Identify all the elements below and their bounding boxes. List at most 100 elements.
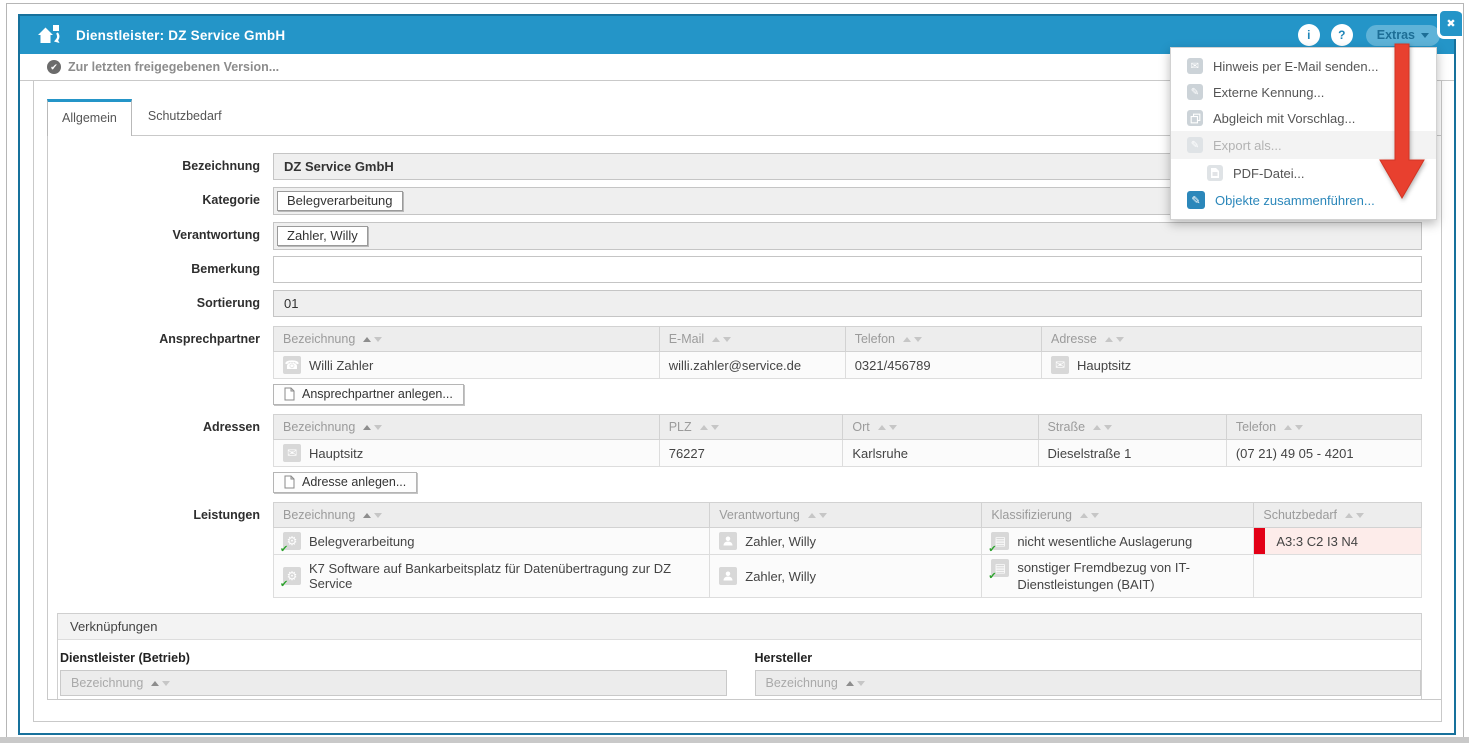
adressen-label: Adressen: [57, 414, 273, 502]
service-provider-icon: [36, 23, 64, 47]
extras-dropdown-menu: ✉ Hinweis per E-Mail senden... ✎ Externe…: [1170, 47, 1437, 220]
sort-icon[interactable]: [363, 513, 382, 518]
close-button[interactable]: ✖: [1437, 8, 1462, 39]
sort-icon[interactable]: [846, 681, 865, 686]
extras-button[interactable]: Extras: [1366, 25, 1440, 46]
sort-icon[interactable]: [363, 337, 382, 342]
pdf-icon: [1207, 165, 1223, 181]
sortierung-label: Sortierung: [57, 290, 273, 317]
extras-button-label: Extras: [1377, 28, 1415, 42]
col-header-bezeichnung[interactable]: Bezeichnung: [274, 327, 660, 352]
page-title: Dienstleister: DZ Service GmbH: [76, 28, 285, 43]
person-icon: [719, 532, 737, 550]
table-row[interactable]: ⚙✔K7 Software auf Bankarbeitsplatz für D…: [274, 555, 1422, 598]
mail-icon: ✉: [1187, 58, 1203, 74]
sort-icon[interactable]: [712, 337, 731, 342]
service-gear-icon: ⚙✔: [283, 532, 301, 550]
col-header-adresse[interactable]: Adresse: [1041, 327, 1421, 352]
dienstleister-betrieb-label: Dienstleister (Betrieb): [60, 651, 727, 665]
page-bottom-edge: [0, 737, 1469, 743]
sort-icon[interactable]: [1284, 425, 1303, 430]
copy-icon: [1187, 110, 1203, 126]
verknuepfungen-title: Verknüpfungen: [58, 614, 1421, 640]
check-icon: ✔: [280, 544, 288, 555]
tab-allgemein[interactable]: Allgemein: [47, 99, 132, 136]
ansprechpartner-anlegen-button[interactable]: Ansprechpartner anlegen...: [273, 384, 464, 405]
menu-item-hinweis-email[interactable]: ✉ Hinweis per E-Mail senden...: [1171, 53, 1436, 79]
menu-item-externe-kennung[interactable]: ✎ Externe Kennung...: [1171, 79, 1436, 105]
sort-icon[interactable]: [363, 425, 382, 430]
dienstleister-betrieb-column: Dienstleister (Betrieb) Bezeichnung: [60, 651, 727, 696]
sort-icon[interactable]: [151, 681, 170, 686]
col-header-telefon[interactable]: Telefon: [1226, 415, 1421, 440]
menu-item-abgleich-vorschlag[interactable]: Abgleich mit Vorschlag...: [1171, 105, 1436, 131]
sort-icon[interactable]: [700, 425, 719, 430]
check-icon: ✔: [988, 571, 996, 582]
new-document-icon: [284, 387, 295, 401]
col-header-bezeichnung[interactable]: Bezeichnung: [274, 503, 710, 528]
export-icon: ✎: [1187, 137, 1203, 153]
form-row-adressen: Adressen Bezeichnung PLZ Ort Straße Tele…: [57, 414, 1422, 502]
col-header-email[interactable]: E-Mail: [659, 327, 845, 352]
ansprechpartner-label: Ansprechpartner: [57, 326, 273, 414]
menu-item-pdf-datei[interactable]: PDF-Datei...: [1171, 159, 1436, 187]
classification-doc-icon: ▤✔: [991, 559, 1009, 577]
form-row-sortierung: Sortierung 01: [57, 290, 1422, 317]
last-released-version-link[interactable]: Zur letzten freigegebenen Version...: [68, 60, 279, 74]
table-row[interactable]: ⚙✔Belegverarbeitung Zahler, Willy ▤✔nich…: [274, 528, 1422, 555]
merge-icon: ✎: [1187, 191, 1205, 209]
bemerkung-input[interactable]: [273, 256, 1422, 283]
verantwortung-chip[interactable]: Zahler, Willy: [277, 226, 368, 246]
sort-icon[interactable]: [903, 337, 922, 342]
check-icon: ✔: [988, 544, 996, 555]
address-icon: ✉: [1051, 356, 1069, 374]
schutzbedarf-level-indicator: [1254, 528, 1265, 554]
table-row[interactable]: ✉Hauptsitz 76227 Karlsruhe Dieselstraße …: [274, 440, 1422, 467]
table-row[interactable]: ☎Willi Zahler willi.zahler@service.de 03…: [274, 352, 1422, 379]
adressen-table: Bezeichnung PLZ Ort Straße Telefon ✉Haup…: [273, 414, 1422, 467]
address-icon: ✉: [283, 444, 301, 462]
form-row-verantwortung: Verantwortung Zahler, Willy: [57, 222, 1422, 250]
verantwortung-label: Verantwortung: [57, 222, 273, 250]
col-header-ort[interactable]: Ort: [843, 415, 1038, 440]
bezeichnung-label: Bezeichnung: [57, 153, 273, 180]
person-icon: [719, 567, 737, 585]
tab-schutzbedarf[interactable]: Schutzbedarf: [134, 100, 236, 135]
sort-icon[interactable]: [1345, 513, 1364, 518]
col-header-plz[interactable]: PLZ: [659, 415, 843, 440]
check-icon: ✔: [280, 579, 288, 590]
col-header-strasse[interactable]: Straße: [1038, 415, 1226, 440]
schutzbedarf-cell: A3:3 C2 I3 N4: [1254, 528, 1422, 555]
ansprechpartner-table: Bezeichnung E-Mail Telefon Adresse ☎Will…: [273, 326, 1422, 379]
col-header-schutzbedarf[interactable]: Schutzbedarf: [1254, 503, 1422, 528]
hersteller-label: Hersteller: [755, 651, 1422, 665]
sort-icon[interactable]: [1093, 425, 1112, 430]
col-header-bezeichnung[interactable]: Bezeichnung: [274, 415, 660, 440]
col-header-klassifizierung[interactable]: Klassifizierung: [982, 503, 1254, 528]
sort-icon[interactable]: [808, 513, 827, 518]
form-row-bemerkung: Bemerkung: [57, 256, 1422, 283]
contact-icon: ☎: [283, 356, 301, 374]
info-button[interactable]: i: [1298, 24, 1320, 46]
menu-item-export-als: ✎ Export als...: [1171, 131, 1436, 159]
chevron-down-icon: [1421, 33, 1429, 38]
new-document-icon: [284, 475, 295, 489]
help-button[interactable]: ?: [1331, 24, 1353, 46]
sortierung-field[interactable]: 01: [273, 290, 1422, 317]
sort-icon[interactable]: [1105, 337, 1124, 342]
col-header-telefon[interactable]: Telefon: [845, 327, 1041, 352]
adresse-anlegen-button[interactable]: Adresse anlegen...: [273, 472, 417, 493]
menu-item-objekte-zusammenfuehren[interactable]: ✎ Objekte zusammenführen...: [1171, 187, 1436, 213]
leistungen-label: Leistungen: [57, 502, 273, 598]
leistungen-table: Bezeichnung Verantwortung Klassifizierun…: [273, 502, 1422, 598]
hersteller-table-header[interactable]: Bezeichnung: [755, 670, 1422, 696]
form-row-ansprechpartner: Ansprechpartner Bezeichnung E-Mail Telef…: [57, 326, 1422, 414]
col-header-verantwortung[interactable]: Verantwortung: [710, 503, 982, 528]
form-row-leistungen: Leistungen Bezeichnung Verantwortung Kla…: [57, 502, 1422, 598]
sort-icon[interactable]: [878, 425, 897, 430]
kategorie-chip[interactable]: Belegverarbeitung: [277, 191, 403, 211]
sort-icon[interactable]: [1080, 513, 1099, 518]
dienstleister-betrieb-table-header[interactable]: Bezeichnung: [60, 670, 727, 696]
verantwortung-field[interactable]: Zahler, Willy: [273, 222, 1422, 250]
check-circle-icon: ✔: [47, 60, 61, 74]
